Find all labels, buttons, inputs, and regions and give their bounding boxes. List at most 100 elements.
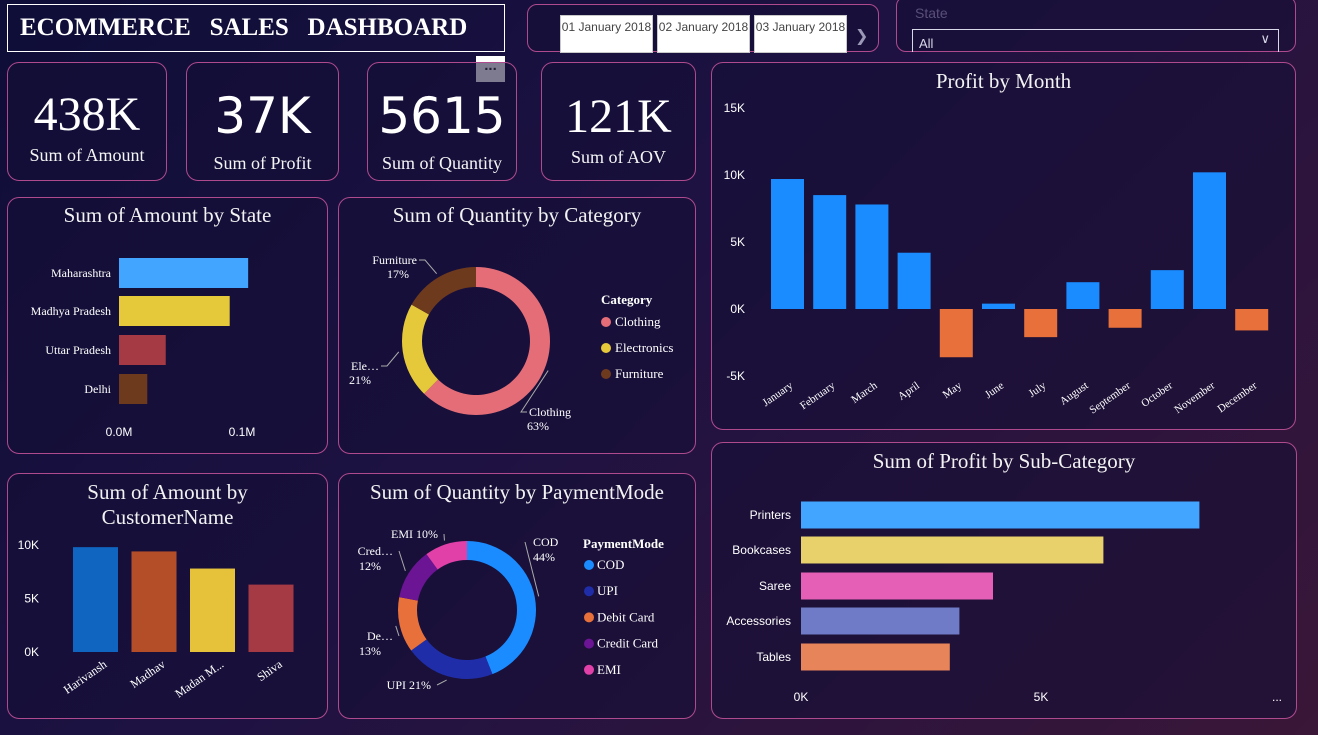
kpi-label: Sum of Profit bbox=[213, 153, 312, 173]
month-label: September bbox=[1087, 379, 1133, 416]
slice-name-label: COD bbox=[533, 535, 559, 549]
leader-line bbox=[398, 550, 406, 572]
state-bar bbox=[119, 374, 148, 404]
y-tick-label: 0K bbox=[24, 645, 39, 659]
y-tick-label: -5K bbox=[726, 369, 745, 383]
slice-pct-label: 44% bbox=[533, 550, 555, 564]
leader-line bbox=[395, 625, 400, 637]
amount-by-customer-svg: 10K 5K 0K Harivansh Madhav Madan M... Shiva bbox=[18, 538, 294, 701]
month-bar bbox=[1066, 282, 1100, 309]
subcategory-bar bbox=[801, 536, 1104, 564]
y-tick-label: 5K bbox=[24, 592, 39, 606]
month-label: November bbox=[1172, 379, 1217, 416]
month-label: June bbox=[983, 380, 1006, 401]
kpi-sum-of-aov: 121K Sum of AOV bbox=[541, 62, 696, 181]
slice-name-label: Cred… bbox=[358, 544, 393, 558]
leader-line bbox=[436, 679, 447, 686]
amount-by-state-svg: Maharashtra Madhya Pradesh Uttar Pradesh De… bbox=[31, 258, 256, 439]
month-label: October bbox=[1139, 379, 1175, 409]
state-bar bbox=[119, 258, 249, 288]
date-button-1[interactable]: 01 January 2018 bbox=[560, 15, 653, 53]
customer-bar bbox=[131, 551, 177, 652]
legend-marker bbox=[601, 343, 611, 353]
month-bar bbox=[982, 303, 1015, 309]
customer-bar bbox=[248, 584, 294, 652]
month-label: May bbox=[941, 379, 965, 401]
quantity-by-payment-svg: COD44%UPI 21%De…13%Cred…12%EMI 10%Paymen… bbox=[358, 527, 664, 692]
quantity-by-category-svg: Clothing63%Ele…21%Furniture17%CategoryCl… bbox=[349, 253, 673, 433]
month-bar bbox=[855, 204, 889, 309]
chart-profit-by-month: Profit by Month 15K 10K 5K 0K -5K January Febr… bbox=[711, 62, 1296, 430]
slice-name-label: Furniture bbox=[372, 253, 417, 267]
chart-quantity-by-category: Sum of Quantity by Category Clothing 63% E… bbox=[338, 197, 696, 454]
chevron-right-icon[interactable]: ❯ bbox=[855, 26, 868, 45]
month-bar bbox=[1150, 270, 1184, 309]
kpi-value: 5615 bbox=[378, 87, 506, 145]
category-slice bbox=[402, 304, 439, 394]
subcategory-bar bbox=[801, 501, 1200, 529]
subcategory-bar bbox=[801, 643, 950, 671]
legend-marker bbox=[601, 317, 611, 327]
legend-marker bbox=[584, 612, 594, 623]
state-dropdown[interactable]: All ∨ bbox=[912, 29, 1279, 52]
slice-pct-label: 12% bbox=[359, 559, 381, 573]
customer-label: Shiva bbox=[254, 657, 285, 685]
profit-by-month-svg: 15K 10K 5K 0K -5K January February March April Ma… bbox=[724, 101, 1269, 416]
month-label: August bbox=[1058, 380, 1091, 408]
customer-label: Harivansh bbox=[61, 657, 109, 697]
kpi-sum-of-amount: 438K Sum of Amount bbox=[7, 62, 167, 181]
subcategory-label: Accessories bbox=[726, 614, 791, 628]
y-tick-label: 10K bbox=[18, 538, 39, 552]
month-label: February bbox=[798, 379, 838, 412]
kpi-value: 438K bbox=[33, 88, 141, 141]
y-tick-label: 5K bbox=[730, 235, 745, 249]
month-label: January bbox=[760, 379, 795, 409]
x-tick-label: 5K bbox=[1034, 690, 1049, 704]
y-tick-label: 0K bbox=[730, 302, 745, 316]
month-bar bbox=[771, 179, 804, 309]
slice-pct-label: 17% bbox=[387, 267, 409, 281]
state-label: Delhi bbox=[84, 382, 111, 396]
subcategory-label: Bookcases bbox=[732, 543, 791, 557]
category-slice bbox=[411, 267, 476, 315]
kpi-label: Sum of Amount bbox=[29, 145, 145, 165]
legend-label: Clothing bbox=[615, 314, 661, 329]
legend-label: EMI bbox=[597, 662, 621, 677]
legend-marker bbox=[584, 638, 594, 649]
slice-name-label: Ele… bbox=[351, 359, 379, 373]
payment-slice bbox=[411, 639, 493, 679]
y-tick-label: 15K bbox=[724, 101, 745, 115]
dashboard-title: ECOMMERCE SALES DASHBOARD bbox=[20, 14, 468, 41]
chart-quantity-by-payment: Sum of Quantity by PaymentMode COD 44% UPI… bbox=[338, 473, 696, 719]
month-label: July bbox=[1027, 379, 1049, 400]
date-button-2[interactable]: 02 January 2018 bbox=[657, 15, 750, 53]
x-tick-label: 0.1M bbox=[229, 425, 256, 439]
month-bar bbox=[1193, 172, 1226, 309]
legend-label: Electronics bbox=[615, 340, 673, 355]
legend-title: Category bbox=[601, 292, 653, 307]
date-button-3[interactable]: 03 January 2018 bbox=[754, 15, 847, 53]
slice-name-label: UPI 21% bbox=[387, 678, 431, 692]
month-label: April bbox=[896, 380, 922, 403]
slice-name-label: EMI 10% bbox=[391, 527, 438, 541]
customer-label: Madan M... bbox=[172, 657, 226, 701]
chart-amount-by-state: Sum of Amount by State Maharashtra Madhya… bbox=[7, 197, 328, 454]
month-bar bbox=[1235, 309, 1269, 331]
month-bar bbox=[813, 195, 847, 309]
subcategory-label: Saree bbox=[759, 579, 791, 593]
customer-bar bbox=[73, 547, 118, 652]
chevron-down-icon: ∨ bbox=[1260, 32, 1270, 47]
legend-label: COD bbox=[597, 557, 624, 572]
legend-label: Credit Card bbox=[597, 636, 659, 651]
y-tick-label: 10K bbox=[724, 168, 745, 182]
state-label: Maharashtra bbox=[51, 266, 112, 280]
legend-label: UPI bbox=[597, 583, 618, 598]
chart-amount-by-customer: Sum of Amount by CustomerName 10K 5K 0K Har… bbox=[7, 473, 328, 719]
legend-marker bbox=[601, 369, 611, 379]
kpi-label: Sum of Quantity bbox=[382, 153, 502, 173]
state-bar bbox=[119, 335, 166, 365]
customer-bar bbox=[190, 568, 235, 652]
leader-line bbox=[419, 259, 438, 274]
month-bar bbox=[1024, 309, 1058, 338]
slice-name-label: De… bbox=[367, 629, 393, 643]
